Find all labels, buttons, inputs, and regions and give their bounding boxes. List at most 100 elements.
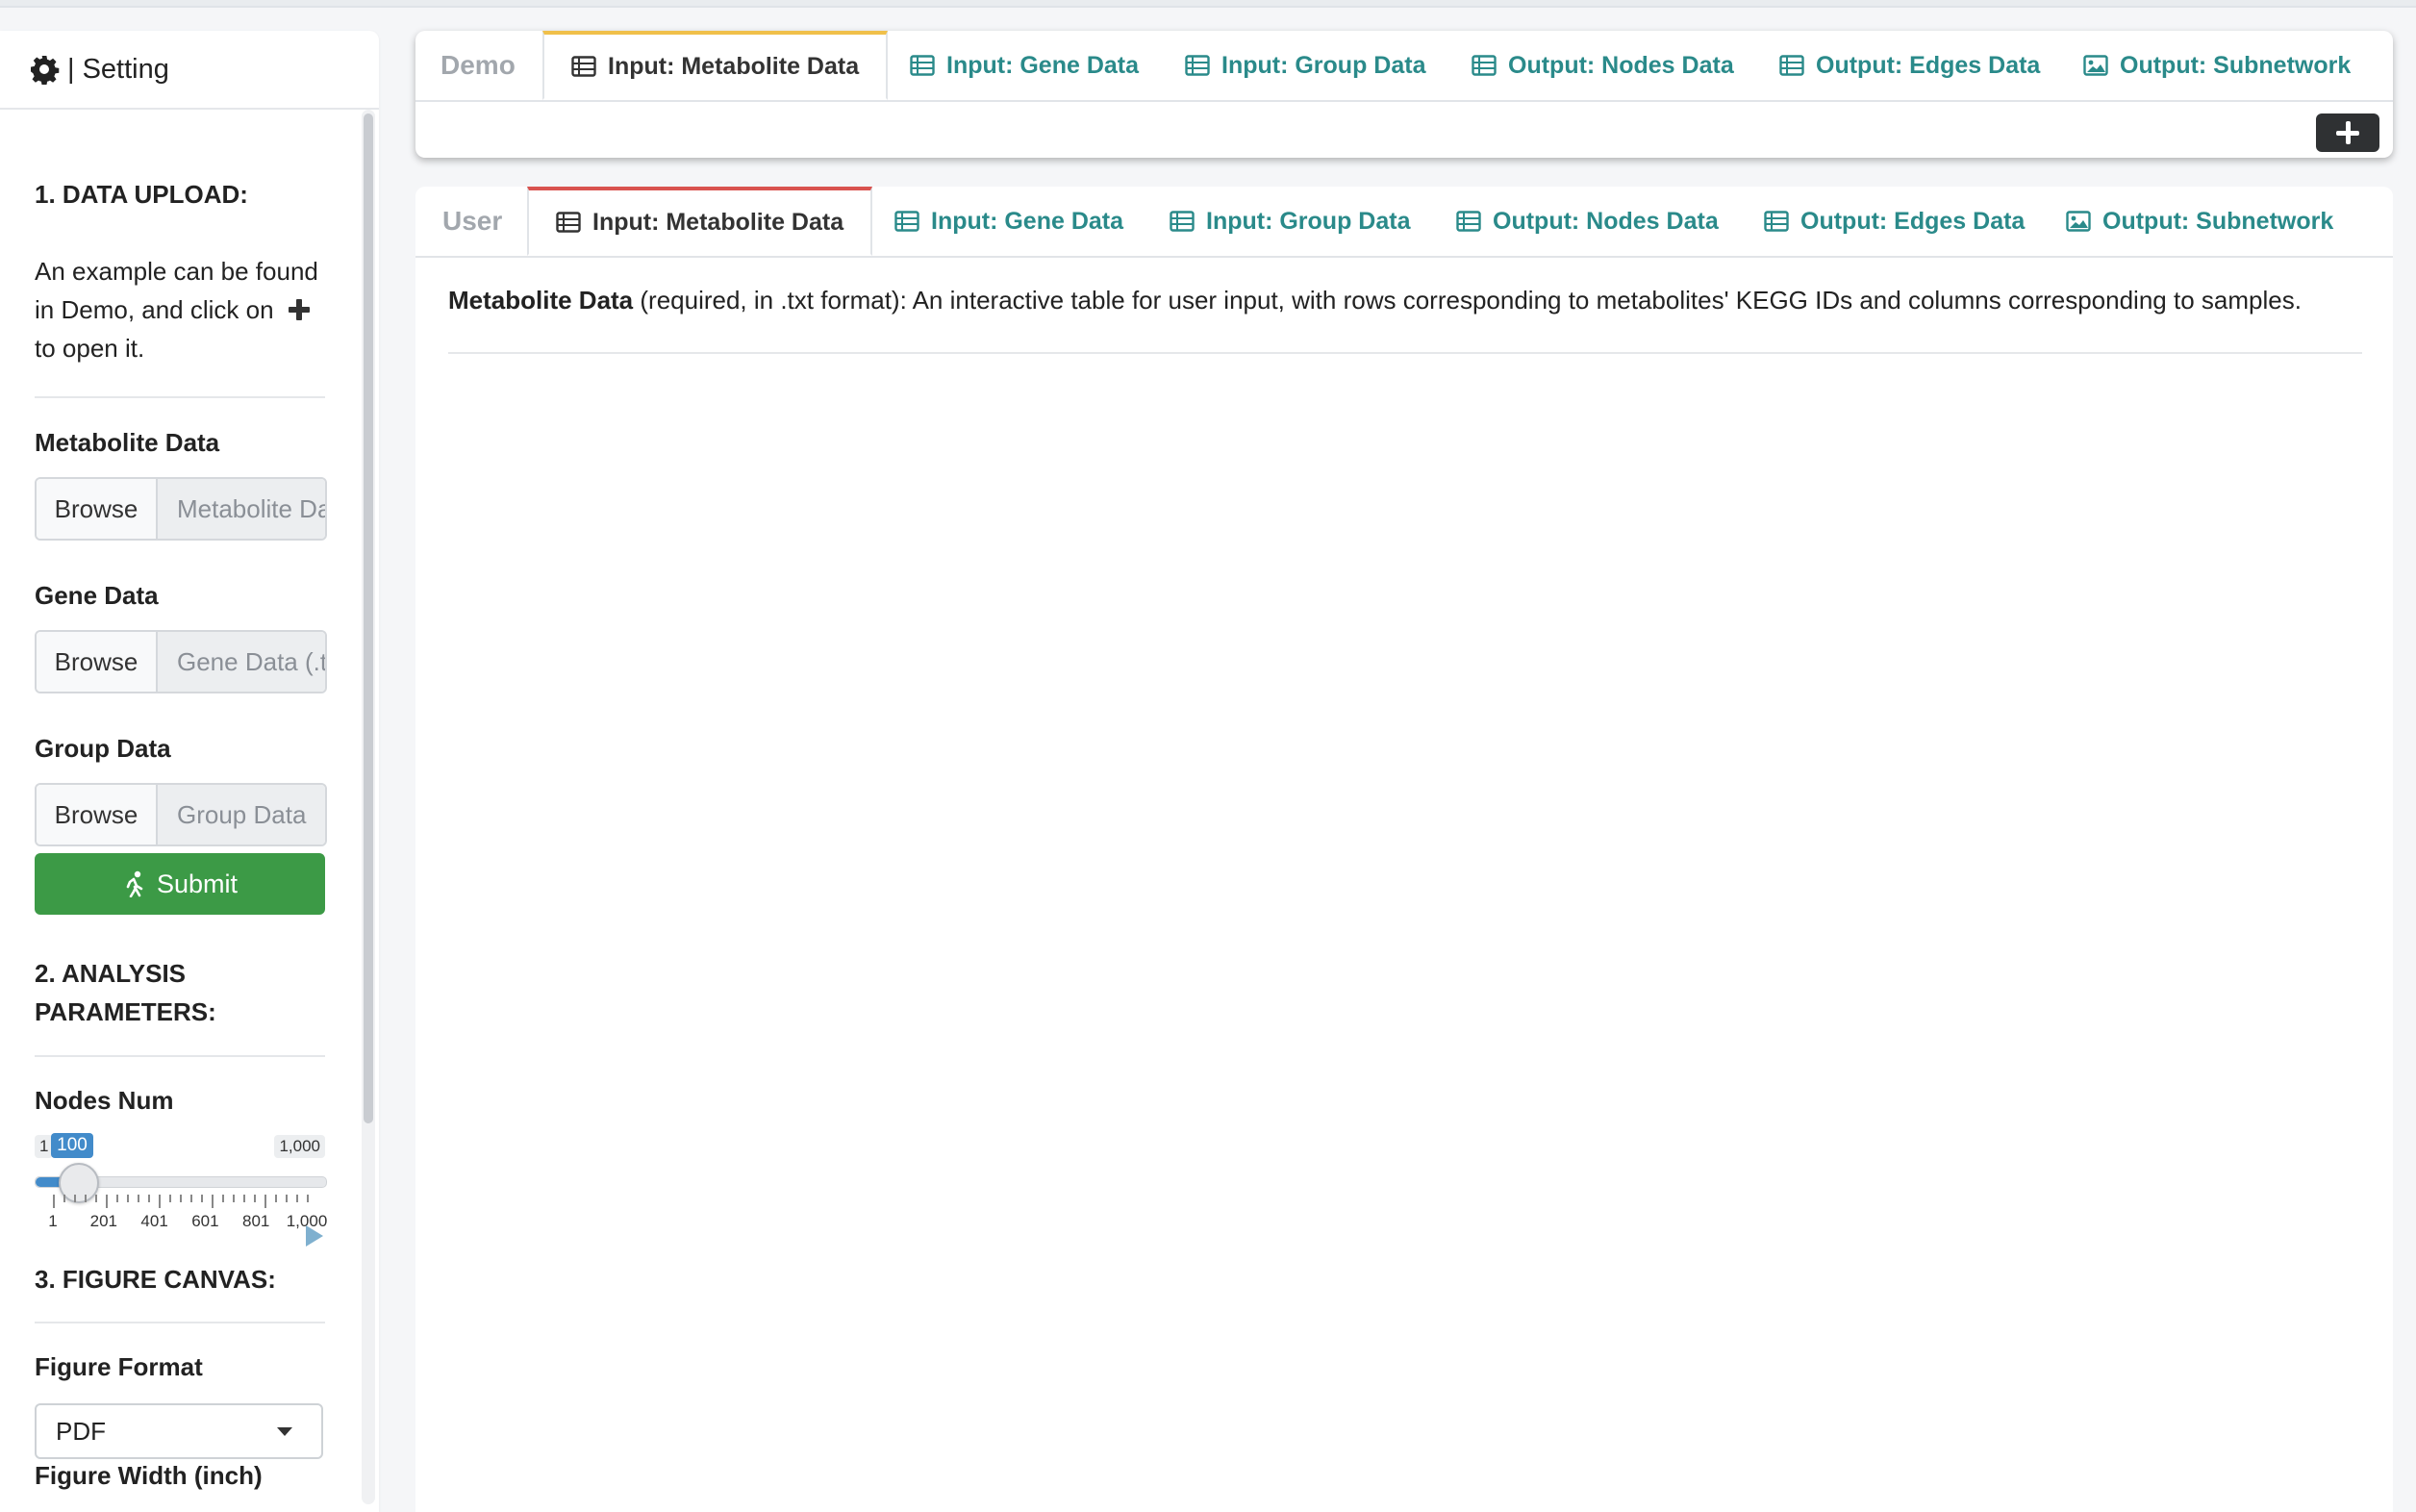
description-title: Metabolite Data: [448, 286, 634, 315]
figure-format-value: PDF: [56, 1416, 106, 1446]
table-icon: [1764, 211, 1789, 232]
divider: [35, 1322, 325, 1323]
group-file-placeholder[interactable]: Group Data: [158, 785, 325, 844]
slider-tick-label: 601: [191, 1212, 219, 1230]
slider-tick: [286, 1195, 288, 1202]
metabolite-data-description: Metabolite Data (required, in .txt forma…: [448, 283, 2372, 317]
table-icon: [1779, 55, 1804, 76]
group-browse-button[interactable]: Browse: [37, 785, 158, 844]
slider-tick: [53, 1195, 55, 1208]
slider-tick: [243, 1195, 245, 1202]
demo-tab-output-edges[interactable]: Output: Edges Data: [1779, 31, 2040, 100]
demo-hint-tail: to open it.: [35, 334, 145, 363]
slider-tick: [85, 1195, 87, 1202]
slider-tick: [106, 1195, 108, 1208]
metabolite-file-placeholder[interactable]: Metabolite Data (.txt): [158, 479, 325, 539]
tab-label: Output: Nodes Data: [1493, 207, 1719, 235]
gear-icon: [29, 54, 60, 86]
browser-top-edge: [0, 0, 2416, 8]
slider-tick: [201, 1195, 203, 1202]
slider-tick: [180, 1195, 182, 1202]
slider-tick-label: 801: [242, 1212, 270, 1230]
slider-tick: [254, 1195, 256, 1202]
image-icon: [2083, 55, 2108, 76]
user-tab-output-edges[interactable]: Output: Edges Data: [1764, 187, 2025, 256]
submit-label: Submit: [156, 869, 239, 898]
tab-label: Input: Gene Data: [931, 207, 1124, 235]
demo-tabbar: Demo Input: Metabolite Data Input: Gene …: [415, 31, 2393, 102]
sidebar-title: | Setting: [67, 53, 169, 85]
demo-tabset-label: Demo: [440, 50, 516, 80]
metabolite-file-input[interactable]: Browse Metabolite Data (.txt): [35, 477, 327, 541]
demo-tab-input-gene[interactable]: Input: Gene Data: [910, 31, 1139, 100]
section-figure-canvas: 3. FIGURE CANVAS:: [35, 1265, 276, 1294]
user-tab-output-nodes[interactable]: Output: Nodes Data: [1456, 187, 1719, 256]
slider-tick: [138, 1195, 139, 1202]
table-icon: [910, 55, 935, 76]
slider-tick: [116, 1195, 118, 1202]
table-icon: [1185, 55, 1210, 76]
group-file-input[interactable]: Browse Group Data: [35, 783, 327, 846]
figure-format-select[interactable]: PDF: [35, 1403, 323, 1459]
description-text: (required, in .txt format): An interacti…: [633, 286, 2302, 315]
slider-tick: [307, 1195, 309, 1202]
demo-tab-input-metabolite[interactable]: Input: Metabolite Data: [542, 31, 889, 100]
slider-tick: [169, 1195, 171, 1202]
table-icon: [1170, 211, 1195, 232]
slider-tick: [264, 1195, 266, 1208]
slider-tick-label: 1: [48, 1212, 58, 1230]
scrollbar-thumb[interactable]: [364, 113, 373, 1123]
tab-label: Output: Edges Data: [1800, 207, 2026, 235]
slider-tick: [95, 1195, 97, 1202]
demo-tab-output-subnetwork[interactable]: Output: Subnetwork: [2083, 31, 2351, 100]
user-tab-input-gene[interactable]: Input: Gene Data: [894, 187, 1123, 256]
slider-max-badge: 1,000: [274, 1135, 325, 1158]
gene-file-placeholder[interactable]: Gene Data (.txt): [158, 632, 325, 692]
tab-label: Input: Metabolite Data: [608, 52, 860, 80]
nodes-num-label: Nodes Num: [35, 1086, 174, 1115]
tab-label: Output: Subnetwork: [2120, 51, 2352, 79]
tab-label: Output: Nodes Data: [1508, 51, 1734, 79]
table-icon: [1472, 55, 1497, 76]
sidebar: | Setting 1. DATA UPLOAD: An example can…: [0, 31, 379, 1512]
sidebar-header: | Setting: [0, 31, 379, 110]
tab-label: Input: Group Data: [1221, 51, 1426, 79]
gene-browse-button[interactable]: Browse: [37, 632, 158, 692]
tab-label: Input: Gene Data: [946, 51, 1140, 79]
user-tab-input-group[interactable]: Input: Group Data: [1170, 187, 1410, 256]
add-button[interactable]: [2316, 113, 2379, 152]
gene-file-input[interactable]: Browse Gene Data (.txt): [35, 630, 327, 693]
metabolite-browse-button[interactable]: Browse: [37, 479, 158, 539]
sidebar-scrollbar[interactable]: [362, 110, 375, 1504]
divider: [35, 1055, 325, 1057]
slider-tick-label: 401: [140, 1212, 168, 1230]
slider-tick: [74, 1195, 76, 1202]
user-tab-input-metabolite[interactable]: Input: Metabolite Data: [527, 187, 873, 256]
divider: [448, 352, 2362, 354]
slider-tick: [127, 1195, 129, 1202]
demo-tab-input-group[interactable]: Input: Group Data: [1185, 31, 1425, 100]
slider-tick: [148, 1195, 150, 1202]
user-tab-output-subnetwork[interactable]: Output: Subnetwork: [2066, 187, 2333, 256]
tab-label: Input: Group Data: [1206, 207, 1411, 235]
slider-ticks: [35, 1195, 325, 1214]
tab-label: Input: Metabolite Data: [592, 208, 844, 236]
user-tabset-label: User: [442, 206, 503, 236]
slider-value-badge: 100: [51, 1133, 93, 1158]
slider-tick-label: 201: [89, 1212, 117, 1230]
gene-data-label: Gene Data: [35, 581, 159, 610]
slider-tick: [212, 1195, 214, 1208]
demo-tab-output-nodes[interactable]: Output: Nodes Data: [1472, 31, 1734, 100]
user-tabbar: User Input: Metabolite Data Input: Gene …: [415, 187, 2393, 258]
running-icon: [126, 870, 143, 897]
plus-icon: [287, 294, 312, 320]
slider-play-icon[interactable]: [306, 1225, 323, 1247]
tab-label: Output: Edges Data: [1816, 51, 2041, 79]
section-data-upload: 1. DATA UPLOAD:: [35, 180, 248, 209]
table-icon: [1456, 211, 1481, 232]
table-icon: [894, 211, 919, 232]
submit-button[interactable]: Submit: [35, 853, 325, 915]
slider-tick: [222, 1195, 224, 1202]
user-tab-panel: User Input: Metabolite Data Input: Gene …: [415, 187, 2393, 1512]
demo-tab-panel: Demo Input: Metabolite Data Input: Gene …: [415, 31, 2393, 158]
